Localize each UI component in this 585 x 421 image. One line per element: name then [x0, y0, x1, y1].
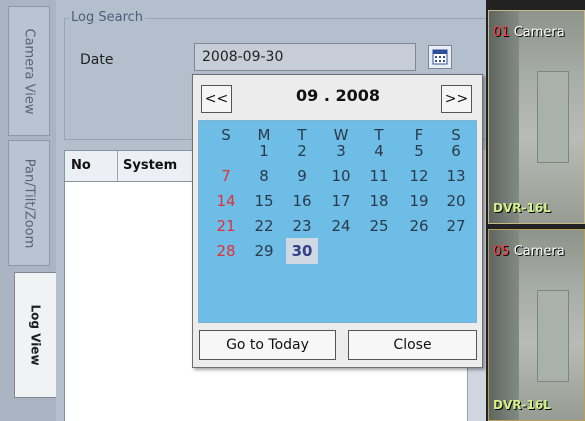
calendar-day[interactable]: 9 — [287, 167, 317, 186]
camera-title: 05 Camera — [493, 244, 565, 259]
calendar-day[interactable]: 2 — [287, 142, 317, 161]
camera-number: 05 — [493, 244, 510, 259]
calendar-day[interactable]: 6 — [441, 142, 471, 161]
previous-month-button[interactable]: << — [201, 85, 232, 113]
camera-feed-wall — [489, 11, 519, 223]
calendar-day[interactable]: 11 — [364, 167, 394, 186]
camera-tile[interactable]: 05 Camera DVR-16L — [488, 229, 585, 421]
date-field[interactable]: 2008-09-30 — [194, 43, 416, 71]
close-button[interactable]: Close — [348, 330, 477, 360]
calendar-day[interactable]: 22 — [249, 217, 279, 236]
camera-feed-door — [537, 71, 569, 163]
calendar-day[interactable]: 18 — [364, 192, 394, 211]
camera-name: Camera — [513, 25, 565, 40]
view-tab-strip: Camera View Pan/Tilt/Zoom Log View — [0, 0, 58, 421]
calendar-day[interactable]: 4 — [364, 142, 394, 161]
tab-pan-tilt-zoom-label: Pan/Tilt/Zoom — [21, 158, 37, 248]
tab-log-view-label: Log View — [29, 304, 44, 366]
camera-name: Camera — [513, 244, 565, 259]
calendar-day[interactable]: 20 — [441, 192, 471, 211]
calendar-day[interactable]: 17 — [326, 192, 356, 211]
next-month-button[interactable]: >> — [441, 85, 472, 113]
calendar-day[interactable]: 24 — [326, 217, 356, 236]
calendar-day[interactable]: 26 — [404, 217, 434, 236]
tab-pan-tilt-zoom[interactable]: Pan/Tilt/Zoom — [8, 140, 50, 266]
camera-tile[interactable]: 01 Camera DVR-16L — [488, 10, 585, 224]
calendar-day[interactable]: 10 — [326, 167, 356, 186]
calendar-grid: S M T W T F S 1 2 3 4 5 6 7 8 9 10 11 12 13 14 15 16 17 18 19 20 21… — [198, 120, 477, 323]
camera-number: 01 — [493, 25, 510, 40]
camera-strip: 01 Camera DVR-16L 05 Camera DVR-16L — [486, 0, 585, 421]
date-label: Date — [80, 52, 114, 68]
calendar-day[interactable]: 5 — [404, 142, 434, 161]
calendar-day[interactable]: 12 — [404, 167, 434, 186]
calendar-day[interactable]: 27 — [441, 217, 471, 236]
camera-dvr-label: DVR-16L — [493, 398, 551, 412]
calendar-day[interactable]: 25 — [364, 217, 394, 236]
calendar-popup: << 09 . 2008 >> S M T W T F S 1 2 3 4 5 6 7 8 9 10 11 12 13… — [192, 74, 483, 368]
calendar-day[interactable]: 23 — [287, 217, 317, 236]
calendar-day[interactable]: 7 — [211, 167, 241, 186]
camera-title: 01 Camera — [493, 25, 565, 40]
month-year-label: 09 . 2008 — [295, 86, 380, 105]
calendar-day[interactable]: 8 — [249, 167, 279, 186]
go-to-today-button[interactable]: Go to Today — [199, 330, 336, 360]
calendar-day[interactable]: 15 — [249, 192, 279, 211]
calendar-day[interactable]: 1 — [249, 142, 279, 161]
calendar-day[interactable]: 29 — [249, 242, 279, 261]
calendar-day[interactable]: 21 — [211, 217, 241, 236]
calendar-day[interactable]: 28 — [211, 242, 241, 261]
camera-feed-door — [537, 290, 569, 382]
calendar-day[interactable]: 19 — [404, 192, 434, 211]
calendar-day[interactable]: 3 — [326, 142, 356, 161]
tab-camera-view-label: Camera View — [21, 28, 37, 114]
camera-dvr-label: DVR-16L — [493, 201, 551, 215]
calendar-day[interactable]: 13 — [441, 167, 471, 186]
calendar-day[interactable]: 14 — [211, 192, 241, 211]
tab-camera-view[interactable]: Camera View — [8, 6, 50, 136]
calendar-button[interactable] — [428, 45, 452, 69]
log-search-group-title: Log Search — [69, 10, 146, 25]
calendar-day[interactable]: 16 — [287, 192, 317, 211]
calendar-day-selected[interactable]: 30 — [286, 238, 318, 264]
calendar-icon — [432, 49, 448, 65]
weekday-header: S — [221, 126, 231, 144]
column-header-no[interactable]: No — [65, 151, 118, 181]
tab-log-view[interactable]: Log View — [14, 272, 58, 398]
